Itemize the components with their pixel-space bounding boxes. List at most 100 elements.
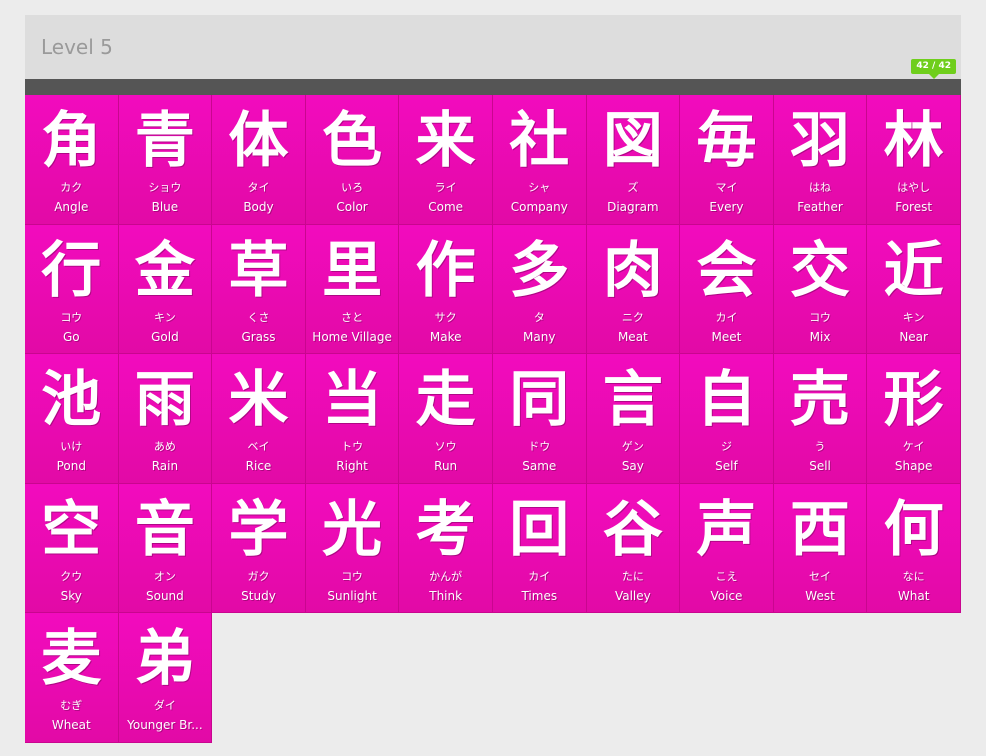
- kanji-card[interactable]: 弟ダイ Younger Br...: [118, 613, 213, 743]
- kanji-character: 何: [883, 494, 944, 565]
- kanji-character: 交: [790, 235, 851, 306]
- kanji-card[interactable]: 西セイ West: [773, 483, 868, 614]
- kanji-meaning: What: [897, 588, 930, 603]
- kanji-meaning: Self: [715, 459, 738, 474]
- kanji-card[interactable]: 言ゲン Say: [586, 354, 681, 484]
- kanji-meaning: Angle: [54, 200, 89, 214]
- kanji-card[interactable]: 体タイ Body: [212, 95, 306, 225]
- kanji-meaning: Diagram: [607, 200, 659, 214]
- kanji-character: 考: [415, 494, 476, 565]
- kanji-card[interactable]: 里さと Home Village: [305, 224, 400, 355]
- kanji-card[interactable]: 雨あめ Rain: [118, 354, 213, 484]
- kanji-card[interactable]: 多タ Many: [492, 224, 587, 355]
- kanji-card[interactable]: 回カイ Times: [492, 483, 587, 614]
- kanji-meaning: Blue: [151, 200, 179, 214]
- kanji-reading: なに: [902, 569, 925, 583]
- kanji-character: 毎: [696, 106, 757, 176]
- kanji-meaning: Wheat: [51, 718, 91, 733]
- kanji-reading: キン: [902, 310, 925, 324]
- kanji-reading: ニク: [621, 310, 644, 324]
- kanji-meaning: Say: [621, 459, 644, 474]
- kanji-card[interactable]: 麦むぎ Wheat: [25, 613, 119, 743]
- kanji-meaning: West: [805, 588, 835, 603]
- kanji-reading: ショウ: [148, 181, 182, 194]
- kanji-reading: タイ: [247, 181, 270, 194]
- kanji-meaning: Many: [523, 329, 556, 344]
- kanji-card[interactable]: 青ショウ Blue: [118, 95, 213, 225]
- kanji-reading: ダイ: [153, 699, 176, 713]
- kanji-reading: はやし: [897, 181, 931, 194]
- kanji-reading: オン: [153, 569, 176, 583]
- kanji-card[interactable]: 行コウ Go: [25, 224, 119, 355]
- kanji-reading: サク: [434, 310, 457, 324]
- kanji-character: 社: [509, 106, 570, 176]
- kanji-card[interactable]: 作サク Make: [399, 224, 493, 355]
- kanji-character: 西: [790, 494, 851, 565]
- kanji-reading: コウ: [60, 310, 83, 324]
- kanji-card[interactable]: 林はやし Forest: [867, 95, 961, 225]
- kanji-card[interactable]: 近キン Near: [867, 224, 961, 355]
- kanji-card[interactable]: 図ズ Diagram: [586, 95, 681, 225]
- kanji-card[interactable]: 谷たに Valley: [586, 483, 681, 614]
- kanji-reading: う: [814, 440, 826, 454]
- kanji-reading: ドウ: [528, 440, 551, 454]
- kanji-character: 音: [134, 494, 195, 565]
- kanji-character: 走: [415, 365, 476, 436]
- kanji-card[interactable]: 池いけ Pond: [25, 354, 119, 484]
- kanji-meaning: Same: [522, 459, 557, 474]
- kanji-card[interactable]: 売う Sell: [773, 354, 868, 484]
- kanji-meaning: Voice: [710, 588, 743, 603]
- kanji-reading: カイ: [715, 310, 738, 324]
- kanji-card[interactable]: 毎マイ Every: [680, 95, 774, 225]
- kanji-card[interactable]: 羽はね Feather: [773, 95, 868, 225]
- kanji-card[interactable]: 来ライ Come: [399, 95, 493, 225]
- kanji-reading: ゲン: [621, 440, 644, 454]
- kanji-card[interactable]: 交コウ Mix: [773, 224, 868, 355]
- kanji-reading: コウ: [809, 310, 831, 324]
- kanji-reading: むぎ: [60, 699, 83, 713]
- kanji-card[interactable]: 自ジ Self: [680, 354, 774, 484]
- kanji-reading: たに: [621, 569, 644, 583]
- kanji-card[interactable]: 光コウ Sunlight: [305, 483, 400, 614]
- kanji-card[interactable]: 声こえ Voice: [680, 483, 774, 614]
- kanji-reading: くさ: [247, 310, 270, 324]
- kanji-reading: ガク: [247, 569, 270, 583]
- kanji-reading: キン: [154, 310, 176, 324]
- kanji-card[interactable]: 空クウ Sky: [25, 483, 119, 614]
- kanji-card[interactable]: 当トウ Right: [305, 354, 400, 484]
- kanji-card[interactable]: 草くさ Grass: [212, 224, 306, 355]
- kanji-character: 形: [883, 365, 944, 436]
- kanji-character: 色: [322, 106, 383, 176]
- kanji-character: 回: [509, 494, 570, 565]
- kanji-card[interactable]: 金キン Gold: [118, 224, 213, 355]
- kanji-card[interactable]: 考かんが Think: [399, 483, 493, 614]
- kanji-card[interactable]: 形ケイ Shape: [867, 354, 961, 484]
- kanji-card[interactable]: 何なに What: [867, 483, 961, 614]
- kanji-reading: ベイ: [247, 440, 270, 454]
- kanji-meaning: Rain: [151, 459, 179, 474]
- kanji-card[interactable]: 肉ニク Meat: [586, 224, 681, 355]
- kanji-meaning: Color: [336, 200, 368, 214]
- kanji-character: 言: [602, 365, 663, 436]
- kanji-card[interactable]: 角カク Angle: [25, 95, 119, 225]
- kanji-character: 近: [883, 235, 944, 306]
- kanji-card[interactable]: 米ベイ Rice: [212, 354, 306, 484]
- kanji-card[interactable]: 会カイ Meet: [680, 224, 774, 355]
- kanji-character: 図: [602, 106, 663, 176]
- kanji-character: 同: [509, 365, 570, 436]
- kanji-card[interactable]: 学ガク Study: [212, 483, 306, 614]
- kanji-reading: カイ: [528, 569, 551, 583]
- kanji-meaning: Sound: [145, 588, 184, 603]
- kanji-card[interactable]: 社シャ Company: [492, 95, 587, 225]
- kanji-card[interactable]: 色いろ Color: [305, 95, 400, 225]
- kanji-card[interactable]: 音オン Sound: [118, 483, 213, 614]
- kanji-meaning: Near: [899, 329, 928, 344]
- kanji-reading: ソウ: [434, 440, 457, 454]
- kanji-meaning: Mix: [809, 329, 831, 344]
- kanji-card[interactable]: 同ドウ Same: [492, 354, 587, 484]
- kanji-character: 羽: [790, 106, 851, 176]
- kanji-card[interactable]: 走ソウ Run: [399, 354, 493, 484]
- kanji-meaning: Every: [709, 200, 744, 214]
- kanji-reading: ジ: [720, 440, 732, 454]
- kanji-reading: マイ: [715, 181, 738, 194]
